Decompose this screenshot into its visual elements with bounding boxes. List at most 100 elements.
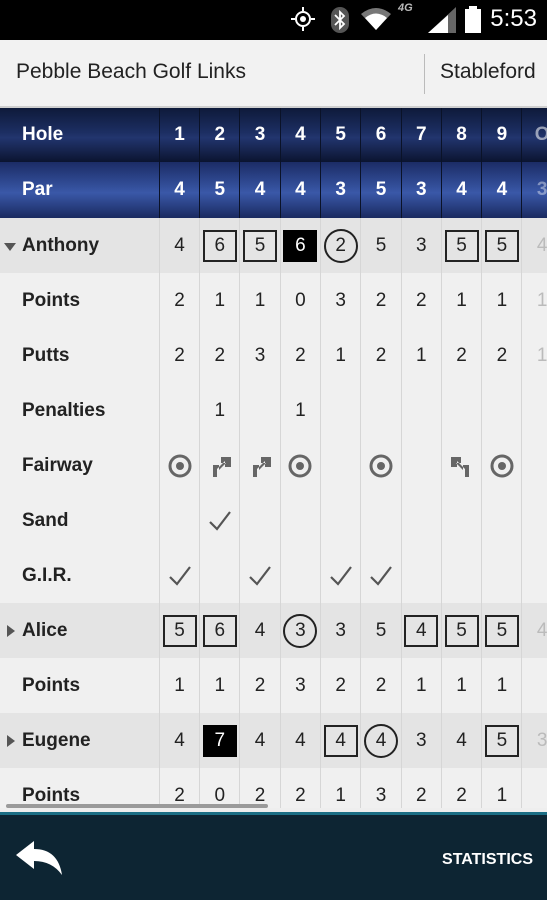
score-cell-hole-7[interactable]: 3: [402, 218, 442, 273]
stat-cell-hole-7[interactable]: [402, 438, 442, 493]
expand-triangle-icon[interactable]: [7, 624, 15, 637]
stat-cell-hole-8[interactable]: [442, 493, 483, 548]
stat-cell-hole-7[interactable]: [402, 548, 442, 603]
score-cell-hole-8[interactable]: 5: [442, 603, 483, 658]
scorecard-grid[interactable]: Hole 1 2 3 4 5 6 7 8 9 O Par 4 5 4 4 3 5 3 4 4 3 Anthony 4 6 5 6 2 5…: [0, 108, 547, 808]
course-name[interactable]: Pebble Beach Golf Links: [16, 60, 246, 84]
hole-number-2[interactable]: 2: [200, 108, 241, 162]
score-cell-hole-2[interactable]: 6: [200, 218, 241, 273]
stat-cell-hole-5[interactable]: [321, 548, 362, 603]
stat-cell-hole-1[interactable]: 2: [160, 273, 200, 328]
stat-cell-hole-2[interactable]: 0: [200, 768, 241, 808]
stat-cell-hole-6[interactable]: 2: [362, 273, 402, 328]
hole-number-8[interactable]: 8: [442, 108, 483, 162]
stat-cell-hole-8[interactable]: [442, 383, 483, 438]
score-cell-hole-3[interactable]: 4: [241, 603, 281, 658]
stat-cell-hole-1[interactable]: [160, 383, 200, 438]
stat-cell-hole-2[interactable]: 1: [200, 383, 241, 438]
stat-cell-hole-6[interactable]: [362, 548, 402, 603]
score-cell-hole-1[interactable]: 4: [160, 218, 200, 273]
score-cell-hole-3[interactable]: 4: [241, 713, 281, 768]
stat-cell-hole-8[interactable]: 2: [442, 328, 483, 383]
stat-cell-hole-1[interactable]: 2: [160, 328, 200, 383]
stat-cell-hole-10[interactable]: [523, 438, 547, 493]
stat-cell-hole-3[interactable]: 2: [241, 768, 281, 808]
score-cell-hole-4[interactable]: 6: [281, 218, 321, 273]
hole-number-10[interactable]: O: [523, 108, 547, 162]
score-cell-hole-10[interactable]: 4: [523, 218, 547, 273]
stat-cell-hole-5[interactable]: 1: [321, 768, 362, 808]
score-cell-hole-8[interactable]: 5: [442, 218, 483, 273]
statistics-button[interactable]: STATISTICS: [442, 851, 533, 869]
horizontal-scrollbar[interactable]: [6, 804, 268, 808]
stat-cell-hole-2[interactable]: [200, 548, 241, 603]
stat-cell-hole-10[interactable]: [523, 548, 547, 603]
stat-cell-hole-6[interactable]: [362, 383, 402, 438]
score-cell-hole-2[interactable]: 7: [200, 713, 241, 768]
score-cell-hole-4[interactable]: 4: [281, 713, 321, 768]
stat-cell-hole-6[interactable]: [362, 438, 402, 493]
stat-cell-hole-2[interactable]: 1: [200, 658, 241, 713]
stat-cell-hole-8[interactable]: [442, 438, 483, 493]
stat-cell-hole-7[interactable]: 2: [402, 768, 442, 808]
stat-cell-hole-8[interactable]: [442, 548, 483, 603]
stat-cell-hole-10[interactable]: [523, 383, 547, 438]
stat-cell-hole-4[interactable]: 2: [281, 768, 321, 808]
score-cell-hole-1[interactable]: 5: [160, 603, 200, 658]
stat-cell-hole-9[interactable]: [482, 493, 523, 548]
score-cell-hole-5[interactable]: 4: [321, 713, 362, 768]
scoring-mode-selector[interactable]: Stableford: [440, 60, 536, 84]
stat-cell-hole-5[interactable]: 2: [321, 658, 362, 713]
stat-cell-hole-4[interactable]: [281, 548, 321, 603]
stat-cell-hole-3[interactable]: [241, 548, 281, 603]
score-cell-hole-10[interactable]: 4: [523, 603, 547, 658]
stat-cell-hole-9[interactable]: 1: [482, 658, 523, 713]
stat-cell-hole-10[interactable]: [523, 493, 547, 548]
stat-cell-hole-2[interactable]: [200, 438, 241, 493]
score-cell-hole-6[interactable]: 5: [362, 218, 402, 273]
score-cell-hole-8[interactable]: 4: [442, 713, 483, 768]
stat-cell-hole-4[interactable]: 3: [281, 658, 321, 713]
stat-cell-hole-9[interactable]: [482, 438, 523, 493]
hole-number-4[interactable]: 4: [281, 108, 321, 162]
stat-cell-hole-4[interactable]: 2: [281, 328, 321, 383]
score-cell-hole-6[interactable]: 5: [362, 603, 402, 658]
stat-cell-hole-7[interactable]: [402, 383, 442, 438]
score-cell-hole-7[interactable]: 4: [402, 603, 442, 658]
stat-cell-hole-9[interactable]: [482, 548, 523, 603]
stat-cell-hole-9[interactable]: 2: [482, 328, 523, 383]
stat-cell-hole-3[interactable]: [241, 438, 281, 493]
stat-cell-hole-9[interactable]: [482, 383, 523, 438]
back-arrow-icon[interactable]: [12, 837, 68, 881]
hole-number-3[interactable]: 3: [241, 108, 281, 162]
stat-cell-hole-2[interactable]: 2: [200, 328, 241, 383]
stat-cell-hole-1[interactable]: [160, 438, 200, 493]
stat-cell-hole-4[interactable]: 0: [281, 273, 321, 328]
stat-cell-hole-3[interactable]: 2: [241, 658, 281, 713]
score-cell-hole-9[interactable]: 5: [482, 218, 523, 273]
stat-cell-hole-1[interactable]: [160, 493, 200, 548]
score-cell-hole-1[interactable]: 4: [160, 713, 200, 768]
stat-cell-hole-10[interactable]: [523, 768, 547, 808]
stat-cell-hole-7[interactable]: 2: [402, 273, 442, 328]
hole-number-6[interactable]: 6: [362, 108, 402, 162]
score-cell-hole-10[interactable]: 3: [523, 713, 547, 768]
stat-cell-hole-1[interactable]: [160, 548, 200, 603]
stat-cell-hole-4[interactable]: [281, 493, 321, 548]
collapse-triangle-icon[interactable]: [4, 242, 16, 251]
stat-cell-hole-3[interactable]: [241, 493, 281, 548]
stat-cell-hole-10[interactable]: 1: [523, 273, 547, 328]
score-cell-hole-9[interactable]: 5: [482, 713, 523, 768]
stat-cell-hole-3[interactable]: 1: [241, 273, 281, 328]
score-cell-hole-2[interactable]: 6: [200, 603, 241, 658]
stat-cell-hole-7[interactable]: 1: [402, 658, 442, 713]
stat-cell-hole-2[interactable]: [200, 493, 241, 548]
stat-cell-hole-7[interactable]: 1: [402, 328, 442, 383]
stat-cell-hole-5[interactable]: [321, 493, 362, 548]
score-cell-hole-5[interactable]: 3: [321, 603, 362, 658]
stat-cell-hole-3[interactable]: 3: [241, 328, 281, 383]
stat-cell-hole-6[interactable]: 2: [362, 328, 402, 383]
stat-cell-hole-10[interactable]: 1: [523, 328, 547, 383]
score-cell-hole-6[interactable]: 4: [362, 713, 402, 768]
hole-number-9[interactable]: 9: [482, 108, 523, 162]
